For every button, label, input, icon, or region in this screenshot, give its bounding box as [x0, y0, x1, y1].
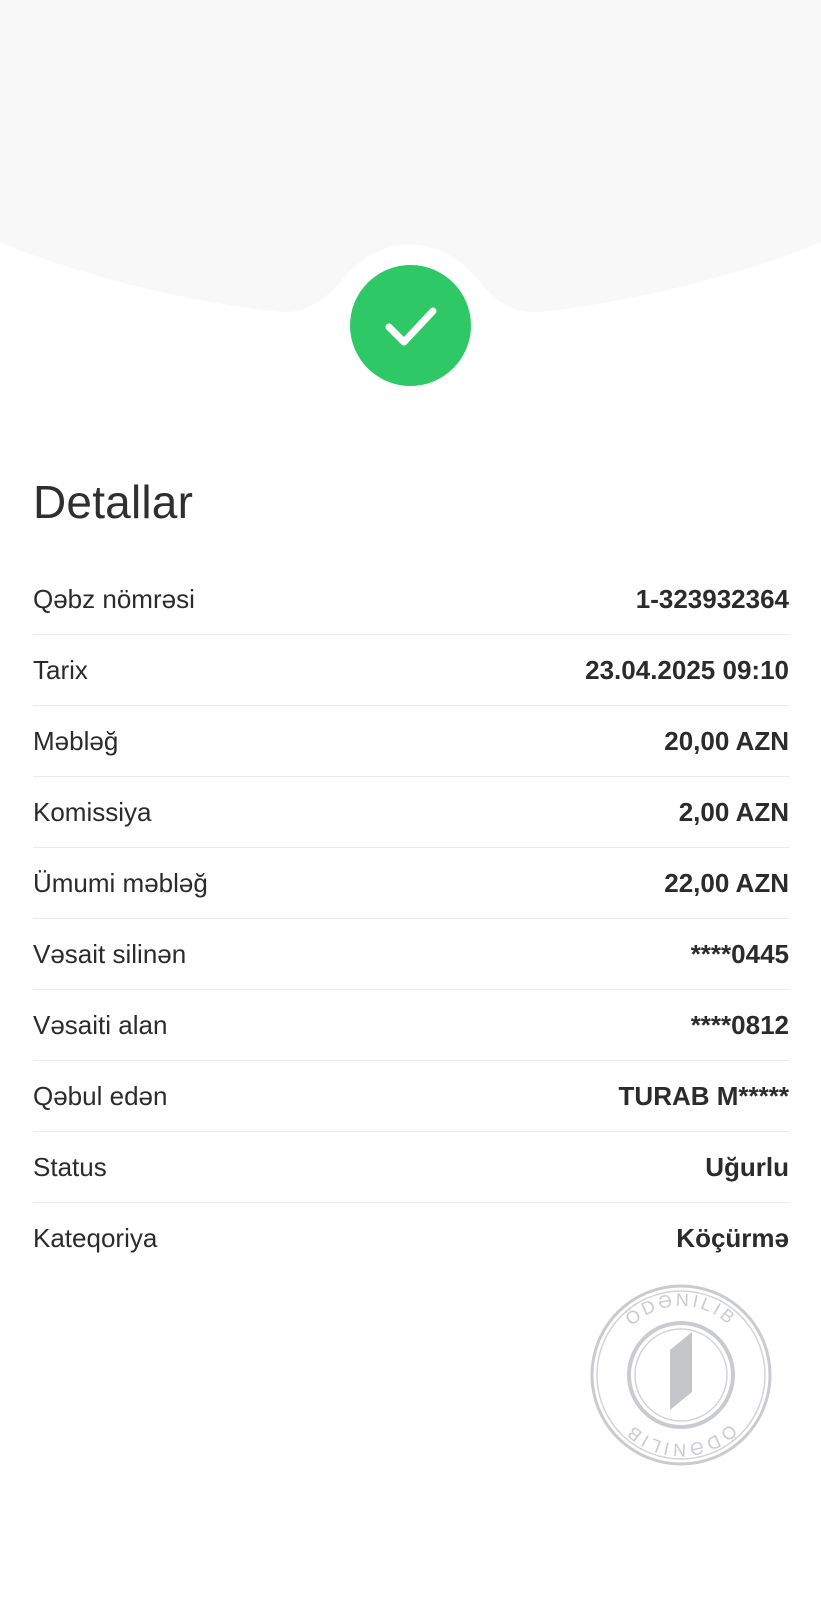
details-list: Qəbz nömrəsi 1-323932364 Tarix 23.04.202…: [33, 564, 789, 1274]
detail-row-status: Status Uğurlu: [33, 1132, 789, 1203]
detail-label: Vəsaiti alan: [33, 1009, 168, 1040]
detail-value: Uğurlu: [705, 1151, 789, 1182]
detail-row-total-amount: Ümumi məbləğ 22,00 AZN: [33, 848, 789, 919]
detail-label: Kateqoriya: [33, 1223, 158, 1253]
detail-value: 1-323932364: [635, 583, 789, 614]
detail-value: Köçürmə: [676, 1223, 789, 1253]
detail-row-receipt-number: Qəbz nömrəsi 1-323932364: [33, 564, 789, 635]
detail-value: 23.04.2025 09:10: [585, 654, 789, 685]
detail-value: ****0812: [690, 1009, 789, 1040]
details-title: Detallar: [33, 476, 194, 528]
detail-row-commission: Komissiya 2,00 AZN: [33, 777, 789, 848]
success-badge: [350, 265, 471, 386]
detail-value: TURAB M*****: [618, 1080, 789, 1111]
detail-row-category: Kateqoriya Köçürmə: [33, 1203, 789, 1274]
detail-label: Məbləğ: [33, 725, 119, 756]
detail-row-receiving-card: Vəsaiti alan ****0812: [33, 990, 789, 1061]
paid-stamp-icon: ÖDƏNİLİB ÖDƏNİLİB: [590, 1284, 772, 1466]
detail-label: Qəbz nömrəsi: [33, 583, 195, 614]
detail-row-recipient: Qəbul edən TURAB M*****: [33, 1061, 789, 1132]
detail-row-debited-card: Vəsait silinən ****0445: [33, 919, 789, 990]
detail-label: Status: [33, 1151, 107, 1182]
detail-label: Tarix: [33, 654, 88, 685]
detail-label: Vəsait silinən: [33, 938, 187, 969]
detail-label: Ümumi məbləğ: [33, 867, 208, 898]
detail-value: 2,00 AZN: [678, 796, 789, 827]
detail-value: 22,00 AZN: [664, 867, 789, 898]
detail-row-date: Tarix 23.04.2025 09:10: [33, 635, 789, 706]
check-icon: [385, 307, 436, 345]
detail-value: 20,00 AZN: [664, 725, 789, 756]
detail-row-amount: Məbləğ 20,00 AZN: [33, 706, 789, 777]
detail-label: Komissiya: [33, 796, 152, 827]
detail-label: Qəbul edən: [33, 1080, 168, 1111]
detail-value: ****0445: [690, 938, 789, 969]
